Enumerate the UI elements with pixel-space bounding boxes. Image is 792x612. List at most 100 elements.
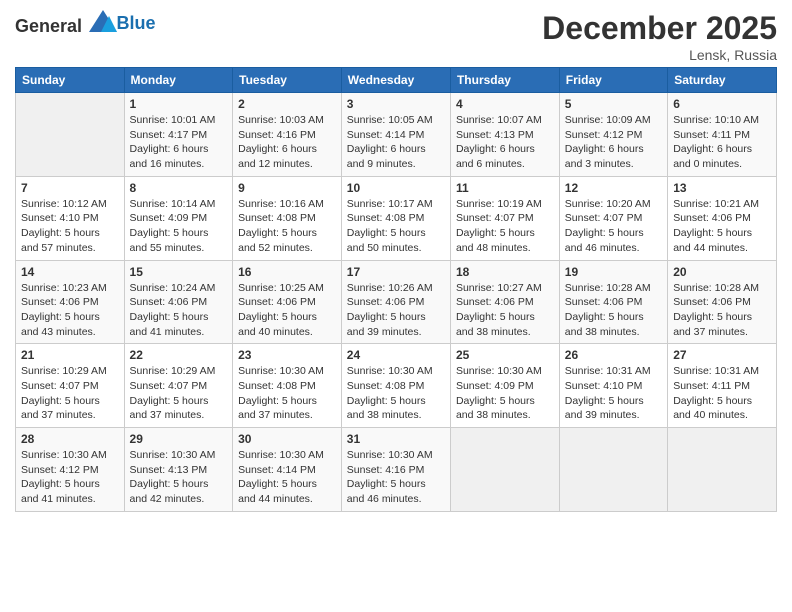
day-info: Sunrise: 10:09 AM Sunset: 4:12 PM Daylig…: [565, 113, 662, 172]
daylight: Daylight: 5 hours and 39 minutes.: [347, 311, 426, 338]
daylight: Daylight: 6 hours and 16 minutes.: [130, 143, 209, 170]
calendar-cell: [450, 428, 559, 512]
calendar-cell: 16 Sunrise: 10:25 AM Sunset: 4:06 PM Day…: [233, 260, 342, 344]
sunrise: Sunrise: 10:16 AM: [238, 198, 324, 210]
daylight: Daylight: 5 hours and 57 minutes.: [21, 227, 100, 254]
title-section: December 2025 Lensk, Russia: [542, 10, 777, 63]
day-info: Sunrise: 10:24 AM Sunset: 4:06 PM Daylig…: [130, 281, 228, 340]
sunrise: Sunrise: 10:29 AM: [21, 365, 107, 377]
day-number: 23: [238, 348, 336, 362]
day-number: 22: [130, 348, 228, 362]
calendar-week-4: 28 Sunrise: 10:30 AM Sunset: 4:12 PM Day…: [16, 428, 777, 512]
calendar-cell: 17 Sunrise: 10:26 AM Sunset: 4:06 PM Day…: [341, 260, 450, 344]
daylight: Daylight: 5 hours and 39 minutes.: [565, 395, 644, 422]
day-number: 30: [238, 432, 336, 446]
day-info: Sunrise: 10:14 AM Sunset: 4:09 PM Daylig…: [130, 197, 228, 256]
sunrise: Sunrise: 10:30 AM: [238, 365, 324, 377]
day-info: Sunrise: 10:30 AM Sunset: 4:08 PM Daylig…: [347, 364, 445, 423]
location: Lensk, Russia: [542, 47, 777, 63]
sunset: Sunset: 4:13 PM: [456, 129, 534, 141]
sunset: Sunset: 4:07 PM: [565, 212, 643, 224]
daylight: Daylight: 5 hours and 41 minutes.: [130, 311, 209, 338]
logo-icon: [89, 10, 117, 32]
sunset: Sunset: 4:12 PM: [21, 464, 99, 476]
day-number: 3: [347, 97, 445, 111]
day-number: 15: [130, 265, 228, 279]
day-number: 2: [238, 97, 336, 111]
calendar: Sunday Monday Tuesday Wednesday Thursday…: [15, 67, 777, 512]
sunset: Sunset: 4:11 PM: [673, 380, 750, 392]
sunset: Sunset: 4:08 PM: [347, 380, 425, 392]
calendar-cell: 19 Sunrise: 10:28 AM Sunset: 4:06 PM Day…: [559, 260, 667, 344]
sunrise: Sunrise: 10:26 AM: [347, 282, 433, 294]
day-info: Sunrise: 10:21 AM Sunset: 4:06 PM Daylig…: [673, 197, 771, 256]
sunset: Sunset: 4:08 PM: [238, 212, 316, 224]
sunset: Sunset: 4:06 PM: [565, 296, 643, 308]
calendar-cell: [16, 93, 125, 177]
day-info: Sunrise: 10:30 AM Sunset: 4:09 PM Daylig…: [456, 364, 554, 423]
sunset: Sunset: 4:14 PM: [347, 129, 425, 141]
sunrise: Sunrise: 10:29 AM: [130, 365, 216, 377]
day-info: Sunrise: 10:17 AM Sunset: 4:08 PM Daylig…: [347, 197, 445, 256]
day-info: Sunrise: 10:10 AM Sunset: 4:11 PM Daylig…: [673, 113, 771, 172]
col-saturday: Saturday: [668, 68, 777, 93]
calendar-cell: 21 Sunrise: 10:29 AM Sunset: 4:07 PM Day…: [16, 344, 125, 428]
calendar-cell: 31 Sunrise: 10:30 AM Sunset: 4:16 PM Day…: [341, 428, 450, 512]
daylight: Daylight: 5 hours and 37 minutes.: [238, 395, 317, 422]
day-number: 29: [130, 432, 228, 446]
day-info: Sunrise: 10:23 AM Sunset: 4:06 PM Daylig…: [21, 281, 119, 340]
calendar-cell: 23 Sunrise: 10:30 AM Sunset: 4:08 PM Day…: [233, 344, 342, 428]
day-info: Sunrise: 10:29 AM Sunset: 4:07 PM Daylig…: [130, 364, 228, 423]
daylight: Daylight: 5 hours and 38 minutes.: [456, 311, 535, 338]
sunrise: Sunrise: 10:05 AM: [347, 114, 433, 126]
daylight: Daylight: 5 hours and 44 minutes.: [673, 227, 752, 254]
calendar-cell: 9 Sunrise: 10:16 AM Sunset: 4:08 PM Dayl…: [233, 176, 342, 260]
sunrise: Sunrise: 10:20 AM: [565, 198, 651, 210]
calendar-cell: 1 Sunrise: 10:01 AM Sunset: 4:17 PM Dayl…: [124, 93, 233, 177]
logo-general: General: [15, 16, 82, 36]
day-info: Sunrise: 10:25 AM Sunset: 4:06 PM Daylig…: [238, 281, 336, 340]
day-number: 17: [347, 265, 445, 279]
daylight: Daylight: 5 hours and 41 minutes.: [21, 478, 100, 505]
sunset: Sunset: 4:06 PM: [673, 296, 751, 308]
calendar-week-3: 21 Sunrise: 10:29 AM Sunset: 4:07 PM Day…: [16, 344, 777, 428]
calendar-cell: 18 Sunrise: 10:27 AM Sunset: 4:06 PM Day…: [450, 260, 559, 344]
calendar-cell: 26 Sunrise: 10:31 AM Sunset: 4:10 PM Day…: [559, 344, 667, 428]
sunset: Sunset: 4:09 PM: [456, 380, 534, 392]
day-info: Sunrise: 10:30 AM Sunset: 4:08 PM Daylig…: [238, 364, 336, 423]
day-number: 8: [130, 181, 228, 195]
day-number: 18: [456, 265, 554, 279]
sunrise: Sunrise: 10:30 AM: [130, 449, 216, 461]
daylight: Daylight: 5 hours and 50 minutes.: [347, 227, 426, 254]
day-number: 12: [565, 181, 662, 195]
daylight: Daylight: 6 hours and 9 minutes.: [347, 143, 426, 170]
sunset: Sunset: 4:10 PM: [565, 380, 643, 392]
daylight: Daylight: 5 hours and 38 minutes.: [347, 395, 426, 422]
day-number: 7: [21, 181, 119, 195]
daylight: Daylight: 6 hours and 0 minutes.: [673, 143, 752, 170]
sunset: Sunset: 4:08 PM: [238, 380, 316, 392]
header: General Blue December 2025 Lensk, Russia: [15, 10, 777, 63]
logo: General Blue: [15, 10, 156, 37]
daylight: Daylight: 6 hours and 6 minutes.: [456, 143, 535, 170]
sunrise: Sunrise: 10:03 AM: [238, 114, 324, 126]
sunset: Sunset: 4:17 PM: [130, 129, 208, 141]
day-info: Sunrise: 10:27 AM Sunset: 4:06 PM Daylig…: [456, 281, 554, 340]
sunrise: Sunrise: 10:21 AM: [673, 198, 759, 210]
day-number: 11: [456, 181, 554, 195]
day-number: 27: [673, 348, 771, 362]
sunrise: Sunrise: 10:12 AM: [21, 198, 107, 210]
sunrise: Sunrise: 10:09 AM: [565, 114, 651, 126]
day-info: Sunrise: 10:05 AM Sunset: 4:14 PM Daylig…: [347, 113, 445, 172]
sunset: Sunset: 4:07 PM: [21, 380, 99, 392]
day-number: 14: [21, 265, 119, 279]
calendar-cell: 28 Sunrise: 10:30 AM Sunset: 4:12 PM Day…: [16, 428, 125, 512]
sunrise: Sunrise: 10:17 AM: [347, 198, 433, 210]
sunrise: Sunrise: 10:24 AM: [130, 282, 216, 294]
sunrise: Sunrise: 10:31 AM: [565, 365, 651, 377]
daylight: Daylight: 5 hours and 42 minutes.: [130, 478, 209, 505]
sunrise: Sunrise: 10:30 AM: [347, 365, 433, 377]
calendar-cell: [559, 428, 667, 512]
sunset: Sunset: 4:06 PM: [347, 296, 425, 308]
sunset: Sunset: 4:13 PM: [130, 464, 208, 476]
